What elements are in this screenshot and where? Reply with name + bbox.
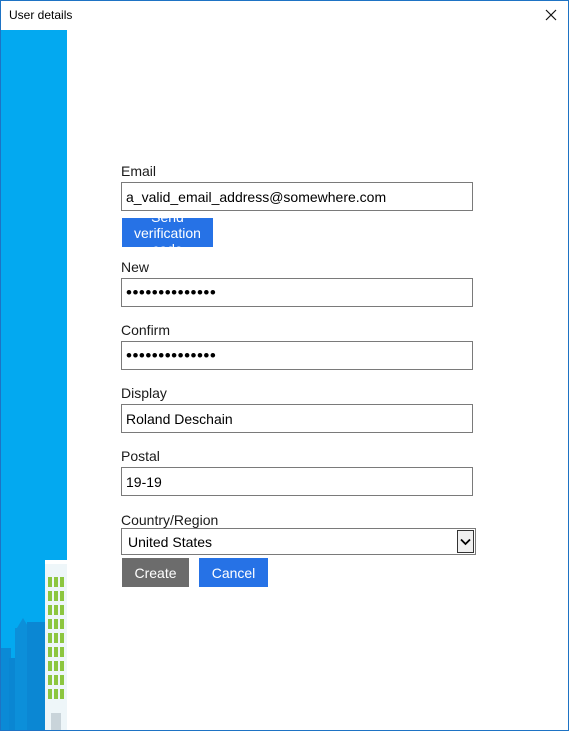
create-button[interactable]: Create [122, 558, 189, 587]
close-button[interactable] [540, 4, 562, 26]
email-field[interactable] [121, 182, 473, 211]
country-region-value: United States [128, 534, 213, 550]
send-verification-code-button[interactable]: Send verification code [122, 209, 213, 257]
title-bar: User details [1, 1, 568, 30]
window-title: User details [9, 8, 73, 22]
country-region-label: Country/Region [121, 512, 219, 528]
display-name-field[interactable] [121, 404, 473, 433]
country-region-select[interactable]: United States [121, 528, 476, 555]
dropdown-button[interactable] [457, 530, 474, 553]
close-icon [545, 9, 557, 21]
cancel-button[interactable]: Cancel [199, 558, 268, 587]
chevron-down-icon [460, 538, 471, 545]
city-skyline-illustration [1, 560, 67, 730]
confirm-password-field[interactable] [121, 341, 473, 370]
new-password-field[interactable] [121, 278, 473, 307]
side-banner-image [1, 30, 67, 730]
postal-code-field[interactable] [121, 467, 473, 496]
user-details-window: User details Email a_valid_email_address… [0, 0, 569, 731]
